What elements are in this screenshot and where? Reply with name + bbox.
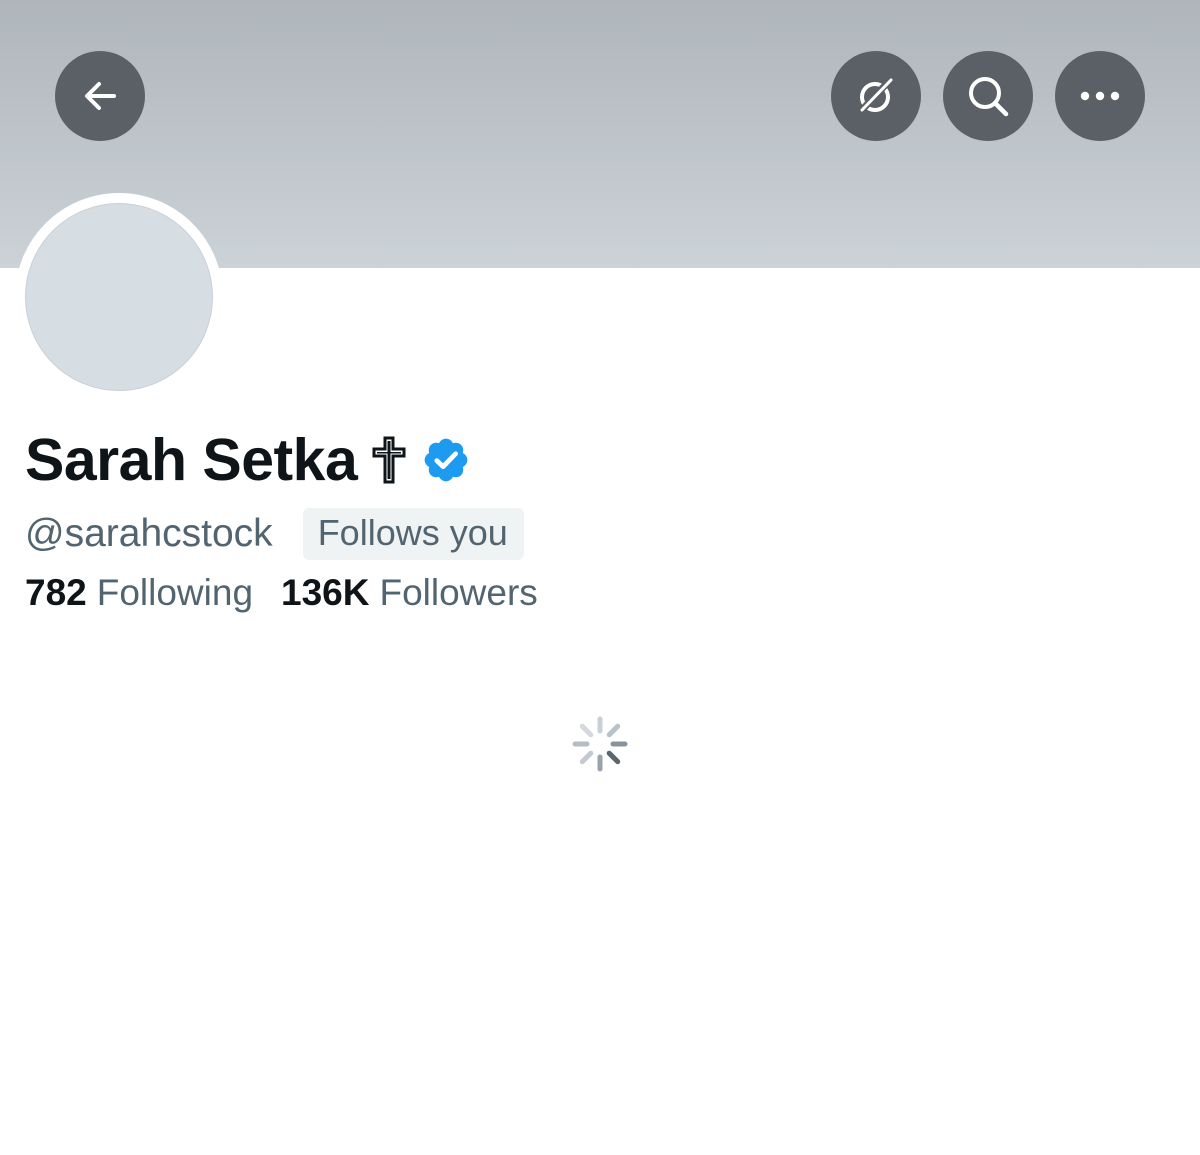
cross-icon	[372, 436, 406, 484]
name-row: Sarah Setka	[25, 425, 471, 495]
search-button[interactable]	[943, 51, 1033, 141]
followers-count: 136K	[281, 572, 370, 613]
following-link[interactable]: 782 Following	[25, 572, 253, 614]
more-options-button[interactable]	[1055, 51, 1145, 141]
profile-page: Sarah Setka @sarahcstock Follows you 782…	[0, 0, 1200, 1155]
display-name: Sarah Setka	[25, 427, 358, 493]
back-button[interactable]	[55, 51, 145, 141]
following-count: 782	[25, 572, 87, 613]
followers-link[interactable]: 136K Followers	[281, 572, 538, 614]
avatar[interactable]	[25, 203, 213, 391]
following-label: Following	[96, 572, 254, 613]
loading-spinner-icon	[572, 716, 628, 772]
arrow-left-icon	[85, 82, 116, 110]
grok-icon	[858, 76, 894, 114]
followers-label: Followers	[379, 572, 538, 613]
stats-row: 782 Following 136K Followers	[25, 568, 538, 618]
search-icon	[969, 77, 1009, 117]
handle-row: @sarahcstock Follows you	[25, 506, 524, 562]
verified-badge-icon	[424, 438, 468, 482]
user-handle: @sarahcstock	[25, 512, 273, 555]
follows-you-badge: Follows you	[302, 508, 524, 560]
more-horizontal-icon	[1080, 91, 1120, 101]
grok-button[interactable]	[831, 51, 921, 141]
